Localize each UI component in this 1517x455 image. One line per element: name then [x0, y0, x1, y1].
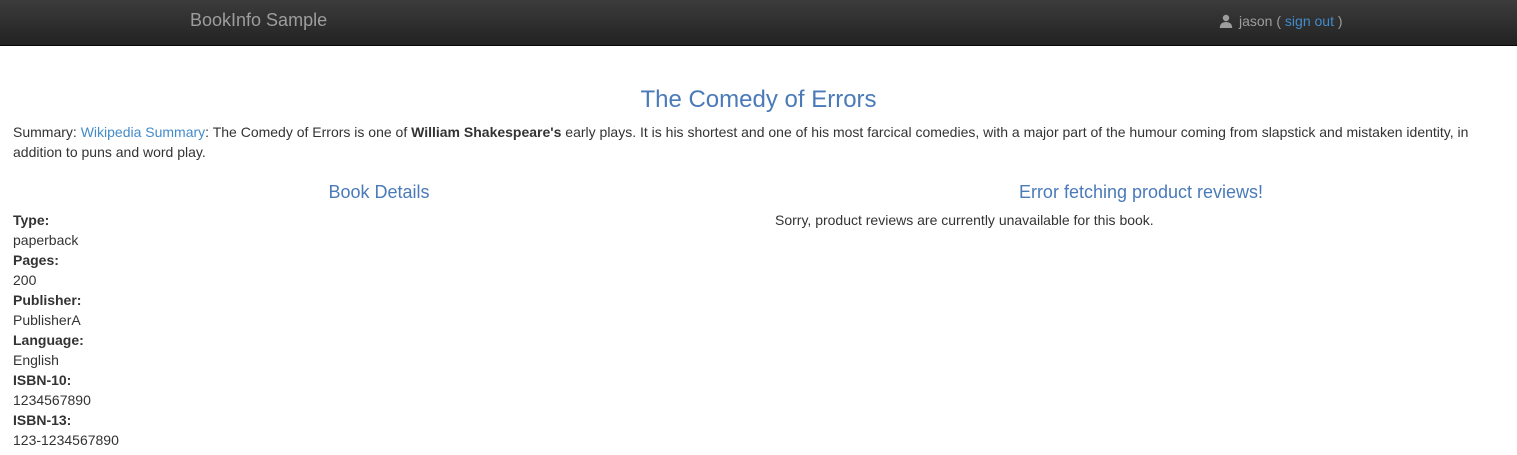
detail-label-isbn10: ISBN-10: [13, 372, 72, 388]
summary-prefix: Summary: [13, 124, 81, 140]
summary-text-1: : The Comedy of Errors is one of [205, 124, 412, 140]
brand-link[interactable]: BookInfo Sample [190, 10, 327, 30]
book-title: The Comedy of Errors [640, 86, 877, 113]
detail-value-isbn13: 123-1234567890 [13, 432, 119, 448]
book-details-list: Type: paperback Pages: 200 Publisher: Pu… [13, 210, 745, 450]
detail-value-type: paperback [13, 232, 79, 248]
detail-value-pages: 200 [13, 272, 37, 288]
reviews-error-message: Sorry, product reviews are currently una… [775, 212, 1154, 228]
book-details-heading: Book Details [328, 182, 430, 202]
top-navbar: BookInfo Sample jason ( sign out ) [0, 0, 1517, 46]
user-icon [1219, 14, 1233, 28]
detail-value-language: English [13, 352, 59, 368]
detail-value-isbn10: 1234567890 [13, 392, 91, 408]
wikipedia-summary-link[interactable]: Wikipedia Summary [81, 124, 205, 140]
reviews-error-heading: Error fetching product reviews! [1018, 182, 1264, 202]
summary-author: William Shakespeare's [411, 124, 562, 140]
detail-value-publisher: PublisherA [13, 312, 81, 328]
book-summary: Summary: Wikipedia Summary: The Comedy o… [13, 122, 1503, 162]
sign-out-link[interactable]: sign out [1285, 13, 1334, 29]
detail-label-pages: Pages: [13, 252, 59, 268]
detail-label-publisher: Publisher: [13, 292, 82, 308]
username: jason ( [1239, 13, 1282, 29]
close-paren: ) [1337, 13, 1343, 29]
reviews-section: Error fetching product reviews! Sorry, p… [775, 180, 1507, 230]
detail-label-type: Type: [13, 212, 50, 228]
book-details-section: Book Details Type: paperback Pages: 200 … [13, 180, 745, 450]
detail-label-isbn13: ISBN-13: [13, 412, 72, 428]
user-area: jason ( sign out ) [1219, 12, 1343, 30]
detail-label-language: Language: [13, 332, 84, 348]
